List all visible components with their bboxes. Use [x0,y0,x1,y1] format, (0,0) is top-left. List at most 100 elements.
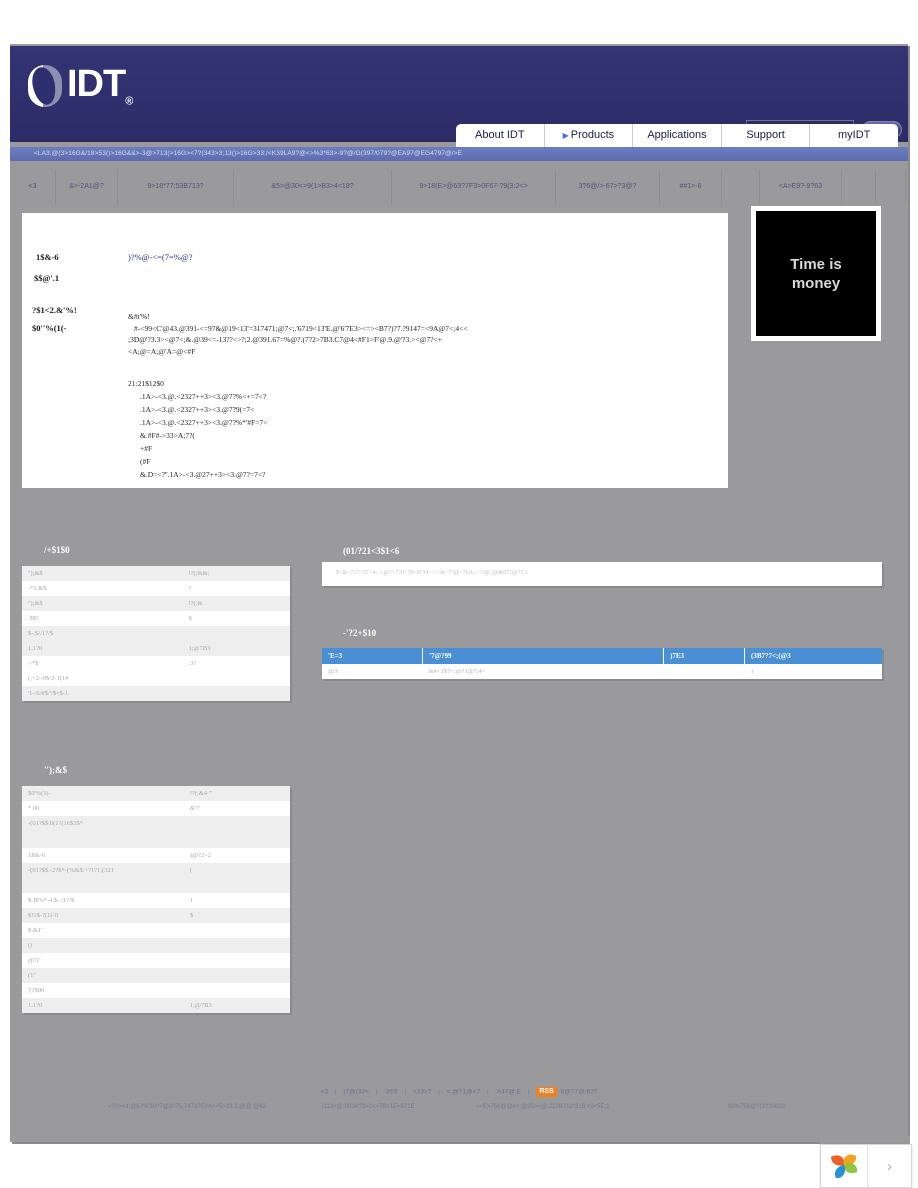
subnav-item-7[interactable] [722,170,760,204]
content-label-0: 1$&-6 [36,252,59,262]
floating-chat-widget[interactable]: › [820,1144,912,1188]
cell-value: !?(;&&; [182,566,290,581]
breadcrumb-text[interactable]: <LA3;@(3>16G&/18>53()>16G&&>-3@>713(>16G… [10,147,908,157]
widget-expand-icon[interactable]: › [868,1145,911,1187]
subnav-item-4[interactable]: 9>18(E>@63?7F3>0F67-?9(3;2<> [392,170,556,204]
description-line-2: <A;@=A;@'A=@<#F [128,346,196,356]
main-content-panel: 1$&-6 )?%@-<=(7=%@? $$@'.1 ?$1<2.&'%! $0… [22,213,728,488]
cell-label: '1-/6/#$/'/$=$-1 [22,686,183,701]
footer-link-4[interactable]: <;@?1@>7 [447,1089,480,1096]
idt-logo-wordmark: IDT® [67,62,133,108]
table-row[interactable]: @3' &#<1$7<;@?1@?;4< 1 [322,664,882,679]
content-value-0[interactable]: )?%@-<=(7=%@? [128,252,193,262]
table-row[interactable]: *.00 &'?' [22,801,290,816]
section-title-description: (01/?21<3$1<6 [343,546,400,556]
table-row[interactable]: (1'' [22,968,290,983]
cell-label: -*1.&$ [28,585,47,592]
subnav-item-1[interactable]: &>-2A1@? [56,170,118,204]
cell-value: .3? [188,660,197,667]
subnav-item-3[interactable]: &5>@30<>9(1>B3>4<18? [234,170,392,204]
footer-link-7[interactable]: -6@?7@;6?? [559,1089,598,1096]
table-row[interactable]: $.)$%*-4.$-./1?/$ 1 [22,893,290,908]
footer-legal-3: 99%756@?(3?3>B32 [728,1104,786,1110]
table-row[interactable]: '1-/6/#$/'/$=$-1 [22,686,290,701]
ad-banner-inner: Time is money [756,211,876,336]
table-row[interactable]: '('($00 [22,983,290,998]
nav-item-support[interactable]: Support [722,124,811,147]
cell-value: 1;@7B3 [183,998,290,1013]
cell-value [183,938,290,953]
cell-label: $-.$//1?/$ [22,626,183,641]
idt-logo[interactable]: IDT® [28,60,163,112]
cell-value [184,953,290,968]
table-row[interactable]: $.&1' [22,923,290,938]
subnav-item-6[interactable]: ##1>-6 [660,170,722,204]
footer-link-5[interactable]: 'A47@;E [495,1089,521,1096]
description-heading: &#t'%! [128,312,150,321]
cell-value [182,686,290,701]
cell-label: $.)$%*-4.$-./1?/$ [28,897,75,904]
table-row[interactable]: -(01?$$.0(1?(16$3$* [22,816,290,848]
subnav-item-10[interactable] [876,170,906,204]
footer-separator: | [404,1088,407,1096]
footer-legal-2: <<E>756@@#<;@35><@;223B713*316;<9<5E;1 [476,1104,610,1110]
nav-item-applications[interactable]: Applications [633,124,722,147]
table-row[interactable]: 1.1?0 1;@7B3 [22,641,290,656]
table-row[interactable]: (;+2-/#$/2-1(1# [22,671,290,686]
cell-value [183,816,290,848]
footer-link-0[interactable]: <3 [321,1089,328,1096]
feature-list-item-1: .1A>-<3.@.<2327++3><3.@7?9(=7< [140,405,255,414]
cell-label: '');&$ [22,566,183,581]
table-row[interactable]: -*1.&$? [22,581,290,596]
footer-links: <3 | )7@(3#< | '35'9 | <33>? | <;@?1@>7 … [10,1087,908,1097]
table-row[interactable]: $-.$//1?/$ [22,626,290,641]
table-row[interactable]: -/*$ .3? [22,656,290,671]
column-header-title[interactable]: '7@?99 [422,648,664,664]
registered-mark: ® [125,95,133,108]
subnav-item-5[interactable]: 3?6@/>-67>?3@? [556,170,660,204]
main-navigation: About IDT ▶ Products Applications Support… [456,124,898,147]
ad-line-1: Time is [790,255,842,273]
footer-link-2[interactable]: '35'9 [384,1089,397,1096]
content-label-3: $0''%(1(- [32,323,67,333]
table-row[interactable]: 1$&-6)@?2>2 [22,848,290,863]
footer-link-3[interactable]: <33>? [413,1089,431,1096]
table-row[interactable]: '');&$ !?(;&&; [22,566,290,581]
table-row[interactable]: () [22,938,290,953]
column-header-type[interactable]: 'E=3 [322,648,423,664]
cell-value [184,983,290,998]
table-row[interactable]: $!1$-?(1(-0 $ [22,908,290,923]
ad-banner[interactable]: Time is money [751,206,881,341]
nav-item-about-idt[interactable]: About IDT [456,124,545,147]
cell-label: (;+2-/#$/2-1(1# [28,675,69,682]
rss-icon[interactable]: RSS [536,1087,557,1097]
subnav-item-2[interactable]: 9>18*77;53B713? [118,170,234,204]
table-row[interactable]: '');&$ !?(;& [22,596,290,611]
cell-label: $.&1' [28,927,43,934]
content-feature-list: 21:21$12$0 .1A>-<3.@.<2327++3><3.@7?%<+=… [128,377,267,481]
left-top-table: '');&$ !?(;&&; -*1.&$? '');&$ !?(;& .$$! $ … [22,566,290,701]
cell-revision: 1 [750,668,754,675]
subnav-item-8[interactable]: <A>E9?-9?63 [760,170,842,204]
table-row[interactable]: -(01?$$.-2?$*-(%&$.+?1?1;(321( [22,863,290,893]
table-row[interactable]: .$$! $ [22,611,290,626]
nav-item-myidt[interactable]: myIDT [810,124,898,147]
footer-link-1[interactable]: )7@(3#< [343,1089,369,1096]
cell-label: $0'%(1(- [22,786,184,801]
cell-value [184,923,290,938]
column-header-revision[interactable]: (3B7?7<;(@3 [744,648,882,664]
site-footer: <3 | )7@(3#< | '35'9 | <33>? | <;@?1@>7 … [10,1060,908,1142]
page-root: IDT® English | 简体中文 | 日本語 ▶ GO <;@'1;@,"… [0,0,918,1188]
cell-label: -(01?$$.-2?$*-(%&$.+?1?1;(321 [22,863,184,893]
subnav-item-9[interactable] [842,170,876,204]
cell-title: &#<1$7<;@?1@?;4< [428,668,486,675]
description-box[interactable]: $<&>717>57>4<>;@?<7?0<79<0?34<>;<&<7?@>7… [322,562,882,586]
table-row[interactable]: @!1' [22,953,290,968]
nav-item-products[interactable]: ▶ Products [545,124,634,147]
table-row[interactable]: 1.1?0 1;@7B3 [22,998,290,1013]
cell-label: $!1$-?(1(-0 [22,908,184,923]
subnav-item-0[interactable]: <3 [10,170,56,204]
column-header-size[interactable]: )7E3 [663,648,745,664]
table-row[interactable]: $0'%(1(- !?(;&4 ''' [22,786,290,801]
footer-separator: | [486,1088,489,1096]
